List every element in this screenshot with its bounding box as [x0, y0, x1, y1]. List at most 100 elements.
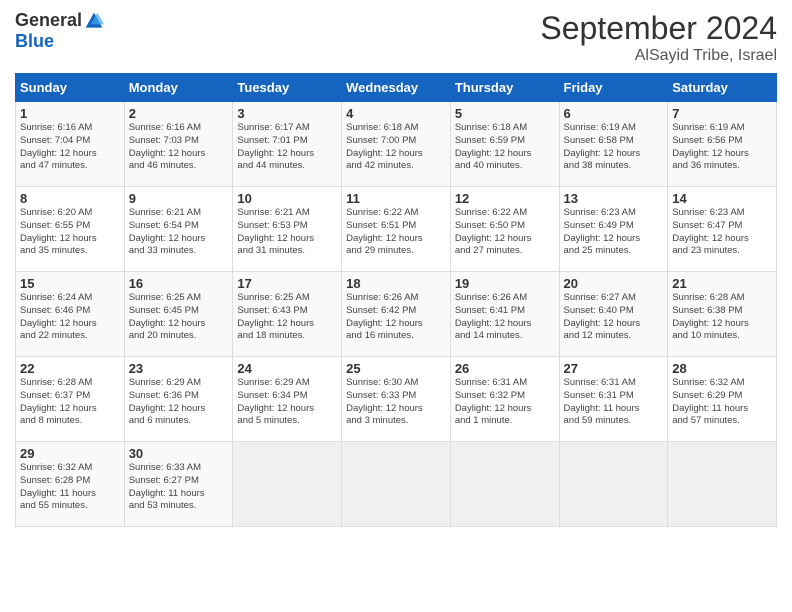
day-info: Sunrise: 6:26 AM Sunset: 6:42 PM Dayligh…: [346, 292, 446, 343]
table-row: 17Sunrise: 6:25 AM Sunset: 6:43 PM Dayli…: [233, 272, 342, 357]
day-info: Sunrise: 6:23 AM Sunset: 6:47 PM Dayligh…: [672, 207, 772, 258]
table-row: 1Sunrise: 6:16 AM Sunset: 7:04 PM Daylig…: [16, 102, 125, 187]
day-info: Sunrise: 6:19 AM Sunset: 6:56 PM Dayligh…: [672, 122, 772, 173]
day-info: Sunrise: 6:19 AM Sunset: 6:58 PM Dayligh…: [564, 122, 664, 173]
day-info: Sunrise: 6:16 AM Sunset: 7:03 PM Dayligh…: [129, 122, 229, 173]
table-row: 10Sunrise: 6:21 AM Sunset: 6:53 PM Dayli…: [233, 187, 342, 272]
table-row: 9Sunrise: 6:21 AM Sunset: 6:54 PM Daylig…: [124, 187, 233, 272]
day-info: Sunrise: 6:20 AM Sunset: 6:55 PM Dayligh…: [20, 207, 120, 258]
table-row: 5Sunrise: 6:18 AM Sunset: 6:59 PM Daylig…: [450, 102, 559, 187]
day-number: 3: [237, 106, 337, 121]
day-info: Sunrise: 6:25 AM Sunset: 6:43 PM Dayligh…: [237, 292, 337, 343]
logo-general-text: General: [15, 10, 82, 31]
table-row: 12Sunrise: 6:22 AM Sunset: 6:50 PM Dayli…: [450, 187, 559, 272]
title-section: September 2024 AlSayid Tribe, Israel: [540, 10, 777, 65]
day-info: Sunrise: 6:17 AM Sunset: 7:01 PM Dayligh…: [237, 122, 337, 173]
table-row: 14Sunrise: 6:23 AM Sunset: 6:47 PM Dayli…: [668, 187, 777, 272]
day-number: 5: [455, 106, 555, 121]
day-info: Sunrise: 6:31 AM Sunset: 6:31 PM Dayligh…: [564, 377, 664, 428]
day-info: Sunrise: 6:26 AM Sunset: 6:41 PM Dayligh…: [455, 292, 555, 343]
day-number: 19: [455, 276, 555, 291]
header: General Blue September 2024 AlSayid Trib…: [15, 10, 777, 65]
month-title: September 2024: [540, 10, 777, 47]
day-info: Sunrise: 6:30 AM Sunset: 6:33 PM Dayligh…: [346, 377, 446, 428]
table-row: 18Sunrise: 6:26 AM Sunset: 6:42 PM Dayli…: [342, 272, 451, 357]
day-info: Sunrise: 6:32 AM Sunset: 6:29 PM Dayligh…: [672, 377, 772, 428]
col-friday: Friday: [559, 74, 668, 102]
day-number: 26: [455, 361, 555, 376]
table-row: 11Sunrise: 6:22 AM Sunset: 6:51 PM Dayli…: [342, 187, 451, 272]
day-info: Sunrise: 6:32 AM Sunset: 6:28 PM Dayligh…: [20, 462, 120, 513]
table-row: 29Sunrise: 6:32 AM Sunset: 6:28 PM Dayli…: [16, 442, 125, 527]
day-info: Sunrise: 6:23 AM Sunset: 6:49 PM Dayligh…: [564, 207, 664, 258]
day-info: Sunrise: 6:21 AM Sunset: 6:53 PM Dayligh…: [237, 207, 337, 258]
table-row: 28Sunrise: 6:32 AM Sunset: 6:29 PM Dayli…: [668, 357, 777, 442]
table-row: 7Sunrise: 6:19 AM Sunset: 6:56 PM Daylig…: [668, 102, 777, 187]
calendar-table: Sunday Monday Tuesday Wednesday Thursday…: [15, 73, 777, 527]
day-info: Sunrise: 6:27 AM Sunset: 6:40 PM Dayligh…: [564, 292, 664, 343]
table-row: 6Sunrise: 6:19 AM Sunset: 6:58 PM Daylig…: [559, 102, 668, 187]
logo-icon: [84, 11, 104, 31]
day-info: Sunrise: 6:24 AM Sunset: 6:46 PM Dayligh…: [20, 292, 120, 343]
day-info: Sunrise: 6:28 AM Sunset: 6:37 PM Dayligh…: [20, 377, 120, 428]
day-number: 28: [672, 361, 772, 376]
location-subtitle: AlSayid Tribe, Israel: [540, 47, 777, 65]
table-row: [559, 442, 668, 527]
day-number: 24: [237, 361, 337, 376]
table-row: 15Sunrise: 6:24 AM Sunset: 6:46 PM Dayli…: [16, 272, 125, 357]
day-number: 8: [20, 191, 120, 206]
table-row: 8Sunrise: 6:20 AM Sunset: 6:55 PM Daylig…: [16, 187, 125, 272]
day-number: 17: [237, 276, 337, 291]
day-number: 22: [20, 361, 120, 376]
table-row: [342, 442, 451, 527]
day-number: 2: [129, 106, 229, 121]
calendar-week-row: 29Sunrise: 6:32 AM Sunset: 6:28 PM Dayli…: [16, 442, 777, 527]
day-info: Sunrise: 6:21 AM Sunset: 6:54 PM Dayligh…: [129, 207, 229, 258]
day-info: Sunrise: 6:16 AM Sunset: 7:04 PM Dayligh…: [20, 122, 120, 173]
calendar-week-row: 8Sunrise: 6:20 AM Sunset: 6:55 PM Daylig…: [16, 187, 777, 272]
day-number: 4: [346, 106, 446, 121]
col-thursday: Thursday: [450, 74, 559, 102]
day-info: Sunrise: 6:28 AM Sunset: 6:38 PM Dayligh…: [672, 292, 772, 343]
col-sunday: Sunday: [16, 74, 125, 102]
logo: General Blue: [15, 10, 104, 52]
col-saturday: Saturday: [668, 74, 777, 102]
table-row: 3Sunrise: 6:17 AM Sunset: 7:01 PM Daylig…: [233, 102, 342, 187]
day-info: Sunrise: 6:25 AM Sunset: 6:45 PM Dayligh…: [129, 292, 229, 343]
day-number: 21: [672, 276, 772, 291]
day-number: 30: [129, 446, 229, 461]
day-number: 9: [129, 191, 229, 206]
day-info: Sunrise: 6:31 AM Sunset: 6:32 PM Dayligh…: [455, 377, 555, 428]
calendar-header-row: Sunday Monday Tuesday Wednesday Thursday…: [16, 74, 777, 102]
table-row: 27Sunrise: 6:31 AM Sunset: 6:31 PM Dayli…: [559, 357, 668, 442]
table-row: 19Sunrise: 6:26 AM Sunset: 6:41 PM Dayli…: [450, 272, 559, 357]
day-number: 1: [20, 106, 120, 121]
col-monday: Monday: [124, 74, 233, 102]
day-info: Sunrise: 6:18 AM Sunset: 6:59 PM Dayligh…: [455, 122, 555, 173]
table-row: [668, 442, 777, 527]
day-number: 18: [346, 276, 446, 291]
table-row: 16Sunrise: 6:25 AM Sunset: 6:45 PM Dayli…: [124, 272, 233, 357]
day-number: 11: [346, 191, 446, 206]
day-number: 10: [237, 191, 337, 206]
table-row: 24Sunrise: 6:29 AM Sunset: 6:34 PM Dayli…: [233, 357, 342, 442]
day-number: 12: [455, 191, 555, 206]
table-row: 23Sunrise: 6:29 AM Sunset: 6:36 PM Dayli…: [124, 357, 233, 442]
calendar-week-row: 15Sunrise: 6:24 AM Sunset: 6:46 PM Dayli…: [16, 272, 777, 357]
day-number: 7: [672, 106, 772, 121]
day-number: 14: [672, 191, 772, 206]
calendar-container: General Blue September 2024 AlSayid Trib…: [0, 0, 792, 612]
day-number: 13: [564, 191, 664, 206]
day-number: 25: [346, 361, 446, 376]
day-info: Sunrise: 6:33 AM Sunset: 6:27 PM Dayligh…: [129, 462, 229, 513]
table-row: 22Sunrise: 6:28 AM Sunset: 6:37 PM Dayli…: [16, 357, 125, 442]
table-row: 21Sunrise: 6:28 AM Sunset: 6:38 PM Dayli…: [668, 272, 777, 357]
day-info: Sunrise: 6:18 AM Sunset: 7:00 PM Dayligh…: [346, 122, 446, 173]
day-number: 23: [129, 361, 229, 376]
day-info: Sunrise: 6:22 AM Sunset: 6:51 PM Dayligh…: [346, 207, 446, 258]
day-info: Sunrise: 6:29 AM Sunset: 6:34 PM Dayligh…: [237, 377, 337, 428]
day-number: 15: [20, 276, 120, 291]
calendar-week-row: 22Sunrise: 6:28 AM Sunset: 6:37 PM Dayli…: [16, 357, 777, 442]
day-number: 27: [564, 361, 664, 376]
table-row: 2Sunrise: 6:16 AM Sunset: 7:03 PM Daylig…: [124, 102, 233, 187]
